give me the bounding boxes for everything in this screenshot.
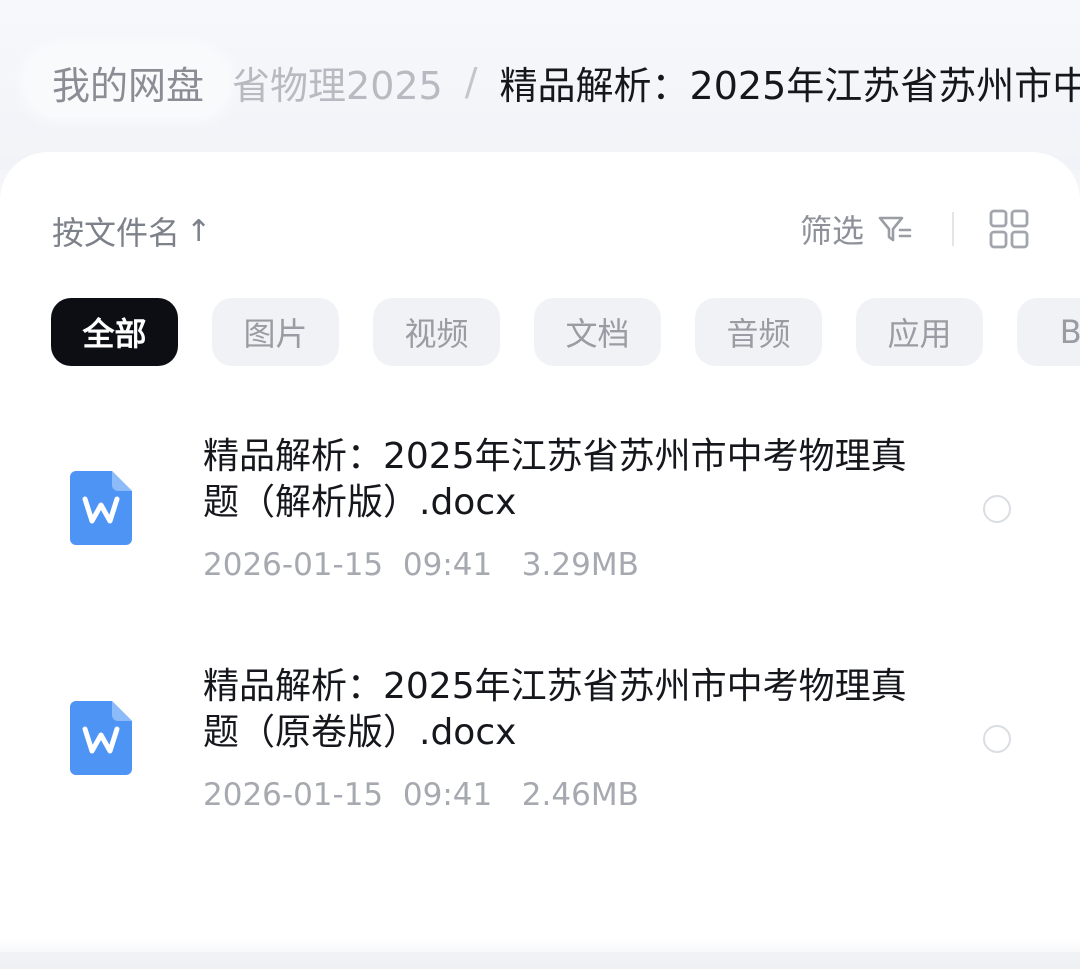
file-time: 09:41 [402, 547, 493, 583]
tab-audio[interactable]: 音频 [695, 298, 822, 366]
file-size: 2.46MB [521, 777, 639, 813]
file-date: 2026-01-15 [203, 777, 384, 813]
toolbar-tools: 筛选 [800, 206, 1030, 252]
tab-videos[interactable]: 视频 [373, 298, 500, 366]
tab-images[interactable]: 图片 [212, 298, 339, 366]
select-radio[interactable] [983, 495, 1011, 523]
file-size: 3.29MB [521, 547, 639, 583]
toolbar-divider [952, 212, 954, 246]
breadcrumb-separator: / [464, 60, 478, 104]
breadcrumb: 我的网盘 省物理2025 / 精品解析：2025年江苏省苏州市中 [24, 42, 1080, 122]
grid-view-icon[interactable] [988, 208, 1030, 250]
tab-documents[interactable]: 文档 [534, 298, 661, 366]
filter-label[interactable]: 筛选 [800, 206, 864, 252]
sort-button[interactable]: 按文件名 ↑ [52, 208, 211, 254]
file-date: 2026-01-15 [203, 547, 384, 583]
tab-bt[interactable]: BT [1017, 298, 1080, 366]
file-meta: 2026-01-15 09:41 2.46MB [203, 777, 639, 813]
file-name[interactable]: 精品解析：2025年江苏省苏州市中考物理真题（原卷版）.docx [203, 664, 933, 756]
breadcrumb-home[interactable]: 我的网盘 [24, 46, 231, 118]
word-doc-icon [70, 471, 132, 545]
file-time: 09:41 [402, 777, 493, 813]
breadcrumb-current: 精品解析：2025年江苏省苏州市中 [499, 63, 1080, 108]
tab-all[interactable]: 全部 [51, 298, 178, 366]
sort-arrow-icon: ↑ [186, 213, 212, 249]
category-tabs: 全部 图片 视频 文档 音频 应用 BT [51, 298, 1080, 366]
select-radio[interactable] [983, 725, 1011, 753]
breadcrumb-parent[interactable]: 省物理2025 [232, 55, 443, 110]
word-doc-icon [70, 701, 132, 775]
tab-apps[interactable]: 应用 [856, 298, 983, 366]
sort-label: 按文件名 [52, 214, 181, 252]
bottom-fade [0, 939, 1080, 969]
filter-icon[interactable] [876, 210, 914, 248]
file-meta: 2026-01-15 09:41 3.29MB [203, 547, 639, 583]
file-name[interactable]: 精品解析：2025年江苏省苏州市中考物理真题（解析版）.docx [203, 434, 933, 526]
